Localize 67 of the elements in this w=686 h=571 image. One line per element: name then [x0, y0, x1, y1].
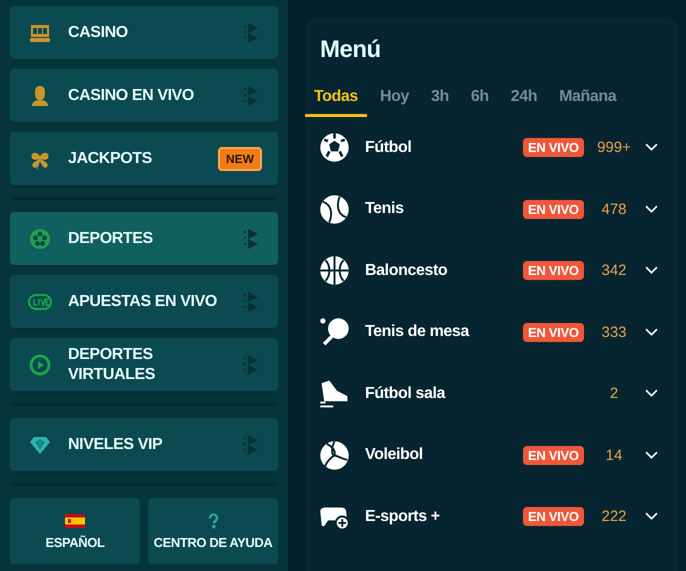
time-filter-tab[interactable]: 6h: [462, 82, 498, 117]
sidebar-item-label: APUESTAS EN VIVO: [68, 292, 218, 312]
live-badge: EN VIVO: [523, 261, 584, 280]
time-filter-tab[interactable]: Mañana: [550, 82, 626, 117]
time-filter-tab[interactable]: Todas: [305, 82, 367, 117]
event-count: 222: [600, 508, 628, 526]
time-filter-tab[interactable]: 24h: [502, 82, 546, 117]
sidebar-item-label: CASINO EN VIVO: [68, 86, 195, 106]
sidebar-item-label: DEPORTES: [68, 228, 154, 248]
sport-row[interactable]: Voleibol EN VIVO 14: [305, 424, 666, 486]
event-count: 999+: [596, 139, 632, 156]
time-filter-tab[interactable]: Hoy: [370, 82, 418, 117]
live-badge: EN VIVO: [523, 507, 584, 526]
ping-pong-paddle-icon: [319, 316, 350, 348]
sidebar-item[interactable]: CASINO: [10, 6, 278, 59]
sidebar-item-label: JACKPOTS: [68, 148, 153, 168]
basketball-icon: [319, 255, 350, 286]
menu-title: Menú: [320, 36, 382, 65]
sport-name: Fútbol sala: [365, 384, 446, 403]
event-count: 333: [600, 324, 628, 341]
sport-row[interactable]: Fútbol sala 2: [305, 363, 666, 424]
sport-row[interactable]: Tenis EN VIVO 478: [305, 178, 666, 240]
sport-name: Tenis: [365, 200, 405, 218]
live-badge: EN VIVO: [523, 200, 584, 219]
sidebar-item-label: DEPORTES VIRTUALES: [68, 344, 156, 384]
sidebar-item-label: CASINO: [68, 22, 129, 42]
footer-button[interactable]: CENTRO DE AYUDA: [148, 498, 278, 564]
sidebar-item[interactable]: NIVELES VIP: [10, 418, 278, 471]
chevron-down-icon[interactable]: [645, 328, 658, 337]
live-badge: EN VIVO: [523, 446, 584, 465]
new-badge: NEW: [218, 146, 262, 170]
sidebar-item[interactable]: DEPORTES: [10, 212, 278, 265]
sport-row[interactable]: Fútbol EN VIVO 999+: [305, 117, 666, 178]
event-count: 2: [608, 385, 620, 402]
sport-name: Voleibol: [365, 446, 424, 464]
sport-name: Baloncesto: [365, 262, 448, 280]
sport-name: Tenis de mesa: [365, 323, 470, 342]
chevron-down-icon[interactable]: [645, 389, 658, 398]
live-badge: EN VIVO: [523, 138, 584, 158]
sport-name: E-sports +: [365, 508, 441, 526]
sneaker-icon: [319, 378, 350, 410]
tennis-ball-icon: [319, 194, 350, 225]
soccer-ball-icon: [319, 132, 350, 164]
sidebar-item[interactable]: CASINO EN VIVO: [10, 69, 278, 122]
chevron-down-icon[interactable]: [645, 266, 658, 276]
chevron-down-icon[interactable]: [645, 450, 658, 460]
footer-button[interactable]: ESPAÑOL: [10, 498, 140, 564]
event-count: 478: [600, 200, 628, 218]
sidebar-item[interactable]: DEPORTES VIRTUALES: [10, 338, 278, 391]
sidebar-item-label: NIVELES VIP: [68, 434, 164, 454]
spain-flag-icon: [65, 512, 85, 528]
sport-row[interactable]: E-sports + EN VIVO 222: [305, 486, 666, 548]
play-icon: [28, 352, 52, 376]
soccer-ball-icon: [28, 226, 52, 250]
chevron-down-icon[interactable]: [645, 143, 658, 152]
live-badge: EN VIVO: [523, 322, 584, 342]
sport-name: Fútbol: [365, 138, 412, 157]
event-count: 14: [604, 446, 624, 464]
time-filter-tab[interactable]: 3h: [422, 82, 458, 117]
volleyball-icon: [319, 440, 350, 471]
chevron-down-icon[interactable]: [645, 512, 658, 522]
sidebar-item[interactable]: JACKPOTS NEW: [10, 132, 278, 185]
event-count: 342: [600, 262, 628, 280]
chevron-down-icon[interactable]: [645, 204, 658, 214]
sport-row[interactable]: Tenis de mesa EN VIVO 333: [305, 302, 666, 363]
sidebar-item[interactable]: APUESTAS EN VIVO: [10, 275, 278, 328]
sport-row[interactable]: Baloncesto EN VIVO 342: [305, 240, 666, 302]
